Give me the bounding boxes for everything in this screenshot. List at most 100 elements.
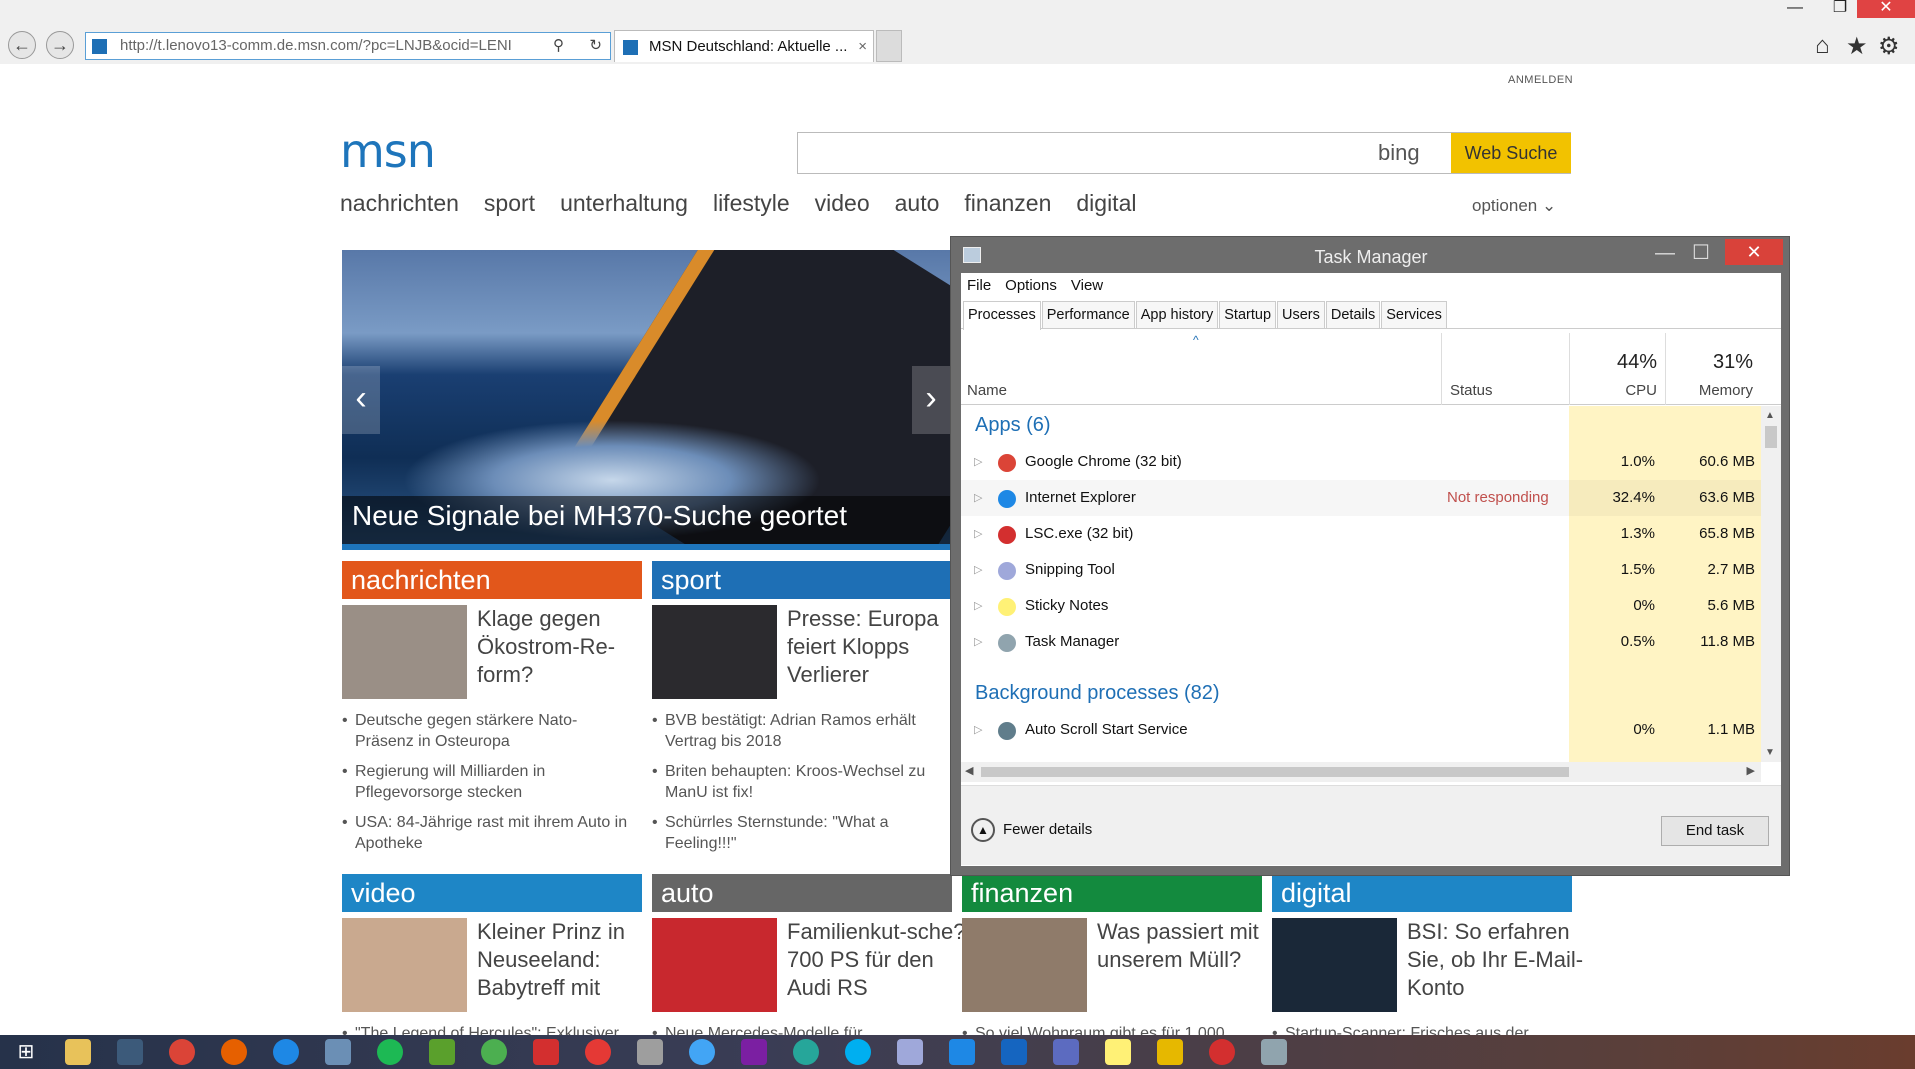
- section-thumbnail-sport[interactable]: [652, 605, 777, 699]
- section-thumbnail-nachrichten[interactable]: [342, 605, 467, 699]
- carousel-next-icon[interactable]: ›: [912, 366, 950, 434]
- tm-minimize-icon[interactable]: —: [1647, 237, 1683, 269]
- vertical-scrollbar[interactable]: ▲ ▼: [1761, 406, 1781, 762]
- app-icon-8[interactable]: [793, 1039, 819, 1065]
- tm-close-button[interactable]: ✕: [1725, 239, 1783, 265]
- app-icon-12[interactable]: [1157, 1039, 1183, 1065]
- section-headline-auto[interactable]: Familienkut-sche? 700 PS für den Audi RS: [787, 918, 967, 1002]
- firefox-icon[interactable]: [221, 1039, 247, 1065]
- section-header-nachrichten[interactable]: nachrichten: [342, 561, 642, 599]
- process-row[interactable]: ▷ Snipping Tool 1.5% 2.7 MB: [961, 552, 1761, 588]
- expand-icon[interactable]: ▷: [974, 624, 982, 660]
- snipping-tool-icon[interactable]: [897, 1039, 923, 1065]
- app-icon-2[interactable]: [325, 1039, 351, 1065]
- new-tab-button[interactable]: [876, 30, 902, 62]
- nav-item-nachrichten[interactable]: nachrichten: [340, 190, 459, 217]
- file-explorer-icon[interactable]: [65, 1039, 91, 1065]
- favorites-star-icon[interactable]: ★: [1846, 32, 1868, 61]
- restore-button[interactable]: ❐: [1818, 0, 1862, 18]
- expand-icon[interactable]: ▷: [974, 588, 982, 624]
- tm-menu-options[interactable]: Options: [1005, 273, 1057, 299]
- tm-tab-processes[interactable]: Processes: [963, 301, 1041, 330]
- browser-tab[interactable]: MSN Deutschland: Aktuelle ... ×: [614, 30, 874, 62]
- sticky-notes-icon[interactable]: [1105, 1039, 1131, 1065]
- filezilla-icon[interactable]: [533, 1039, 559, 1065]
- horizontal-scrollbar[interactable]: ◀ ▶: [961, 762, 1761, 782]
- background-group-header[interactable]: Background processes (82): [975, 682, 1220, 705]
- expand-icon[interactable]: ▷: [974, 480, 982, 516]
- section-headline-video[interactable]: Kleiner Prinz in Neuseeland: Babytreff m…: [477, 918, 657, 1002]
- tm-tab-users[interactable]: Users: [1277, 301, 1325, 328]
- settings-gear-icon[interactable]: ⚙: [1878, 32, 1900, 61]
- col-cpu-header[interactable]: 44% CPU: [1569, 333, 1665, 405]
- nav-item-finanzen[interactable]: finanzen: [964, 190, 1051, 217]
- nav-item-lifestyle[interactable]: lifestyle: [713, 190, 790, 217]
- col-memory-header[interactable]: 31% Memory: [1665, 333, 1761, 405]
- tm-tab-services[interactable]: Services: [1381, 301, 1447, 328]
- section-header-sport[interactable]: sport: [652, 561, 952, 599]
- news-link[interactable]: USA: 84-Jährige rast mit ihrem Auto in A…: [342, 812, 632, 854]
- msn-logo[interactable]: msn: [340, 124, 436, 178]
- chrome-icon[interactable]: [169, 1039, 195, 1065]
- expand-icon[interactable]: ▷: [974, 712, 982, 748]
- search-icon[interactable]: ⚲: [553, 33, 564, 59]
- section-headline-sport[interactable]: Presse: Europa feiert Klopps Verlierer: [787, 605, 967, 689]
- news-link[interactable]: Deutsche gegen stärkere Nato-Präsenz in …: [342, 710, 632, 752]
- task-manager-taskbar-icon[interactable]: [1261, 1039, 1287, 1065]
- process-row[interactable]: ▷ Sticky Notes 0% 5.6 MB: [961, 588, 1761, 624]
- tm-tab-app-history[interactable]: App history: [1135, 301, 1219, 328]
- app-icon-1[interactable]: [117, 1039, 143, 1065]
- process-row[interactable]: ▷ Task Manager 0.5% 11.8 MB: [961, 624, 1761, 660]
- start-icon[interactable]: ⊞: [13, 1039, 39, 1065]
- tm-menu-file[interactable]: File: [967, 273, 991, 299]
- col-status-header[interactable]: Status: [1441, 333, 1569, 405]
- section-header-digital[interactable]: digital: [1272, 874, 1572, 912]
- nav-item-auto[interactable]: auto: [895, 190, 940, 217]
- expand-icon[interactable]: ▷: [974, 444, 982, 480]
- tm-tab-details[interactable]: Details: [1325, 301, 1381, 328]
- section-header-finanzen[interactable]: finanzen: [962, 874, 1262, 912]
- carousel-prev-icon[interactable]: ‹: [342, 366, 380, 434]
- section-headline-digital[interactable]: BSI: So erfahren Sie, ob Ihr E-Mail-Kont…: [1407, 918, 1587, 1002]
- app-icon-10[interactable]: [1001, 1039, 1027, 1065]
- app-icon-3[interactable]: [429, 1039, 455, 1065]
- tm-menu-view[interactable]: View: [1071, 273, 1103, 299]
- app-icon-9[interactable]: [949, 1039, 975, 1065]
- app-icon-6[interactable]: [637, 1039, 663, 1065]
- process-row[interactable]: ▷ LSC.exe (32 bit) 1.3% 65.8 MB: [961, 516, 1761, 552]
- refresh-icon[interactable]: ↻: [589, 33, 602, 59]
- news-link[interactable]: Briten behaupten: Kroos-Wechsel zu ManU …: [652, 761, 942, 803]
- hero-caption[interactable]: Neue Signale bei MH370-Suche geortet: [342, 496, 950, 544]
- apps-group-header[interactable]: Apps (6): [975, 414, 1051, 437]
- close-button[interactable]: ✕: [1857, 0, 1915, 18]
- home-icon[interactable]: ⌂: [1815, 32, 1830, 60]
- lsc-icon[interactable]: [1209, 1039, 1235, 1065]
- nav-item-unterhaltung[interactable]: unterhaltung: [560, 190, 688, 217]
- options-dropdown[interactable]: optionen ⌄: [1472, 196, 1556, 216]
- section-headline-finanzen[interactable]: Was passiert mit unserem Müll?: [1097, 918, 1277, 974]
- app-icon-11[interactable]: [1053, 1039, 1079, 1065]
- process-row[interactable]: ▷ Google Chrome (32 bit) 1.0% 60.6 MB: [961, 444, 1761, 480]
- app-icon-4[interactable]: [481, 1039, 507, 1065]
- end-task-button[interactable]: End task: [1661, 816, 1769, 846]
- section-headline-nachrichten[interactable]: Klage gegen Ökostrom-Re-form?: [477, 605, 657, 689]
- tm-tab-performance[interactable]: Performance: [1041, 301, 1135, 328]
- expand-icon[interactable]: ▷: [974, 516, 982, 552]
- section-header-auto[interactable]: auto: [652, 874, 952, 912]
- col-name-header[interactable]: Name: [961, 333, 1441, 405]
- tm-maximize-icon[interactable]: ☐: [1683, 237, 1719, 269]
- skype-icon[interactable]: [845, 1039, 871, 1065]
- section-thumbnail-auto[interactable]: [652, 918, 777, 1012]
- nav-item-digital[interactable]: digital: [1076, 190, 1136, 217]
- nav-item-video[interactable]: video: [815, 190, 870, 217]
- login-link[interactable]: ANMELDEN: [1508, 74, 1573, 86]
- process-row[interactable]: ▷ Internet Explorer Not responding 32.4% 63.…: [961, 480, 1761, 516]
- tm-tab-startup[interactable]: Startup: [1219, 301, 1277, 328]
- news-link[interactable]: BVB bestätigt: Adrian Ramos erhält Vertr…: [652, 710, 942, 752]
- app-icon-5[interactable]: [585, 1039, 611, 1065]
- back-button[interactable]: ←: [8, 31, 36, 59]
- section-thumbnail-finanzen[interactable]: [962, 918, 1087, 1012]
- section-thumbnail-digital[interactable]: [1272, 918, 1397, 1012]
- internet-explorer-icon[interactable]: [273, 1039, 299, 1065]
- address-bar[interactable]: http://t.lenovo13-comm.de.msn.com/?pc=LN…: [85, 32, 611, 60]
